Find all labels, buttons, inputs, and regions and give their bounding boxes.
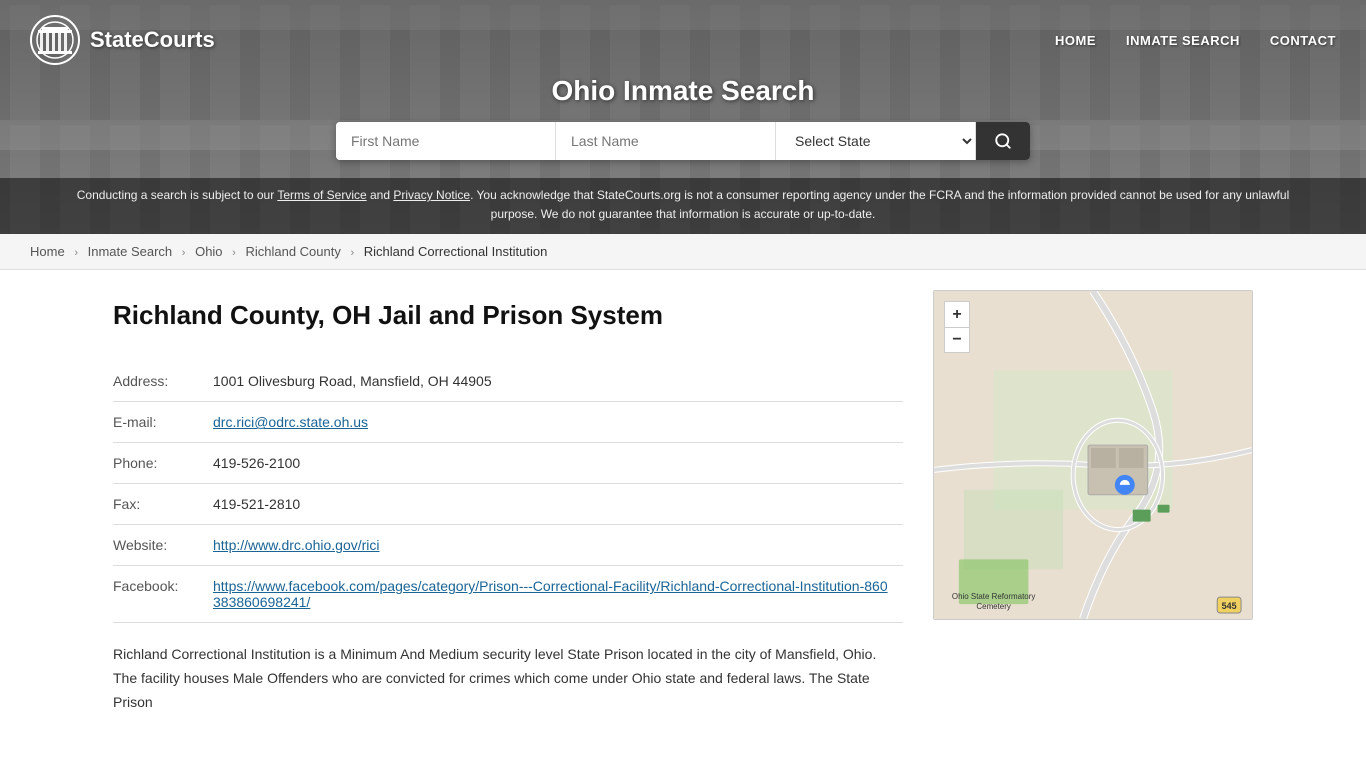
svg-text:Ohio State Reformatory: Ohio State Reformatory: [952, 592, 1035, 601]
last-name-input[interactable]: [556, 122, 776, 160]
website-row: Website: http://www.drc.ohio.gov/rici: [113, 525, 903, 566]
map-controls: + −: [944, 301, 970, 353]
facebook-value: https://www.facebook.com/pages/category/…: [213, 566, 903, 623]
nav-home[interactable]: HOME: [1055, 33, 1096, 48]
breadcrumb-home[interactable]: Home: [30, 244, 65, 259]
email-label: E-mail:: [113, 402, 213, 443]
svg-text:Cemetery: Cemetery: [976, 602, 1010, 611]
breadcrumb-sep-2: ›: [182, 247, 186, 259]
phone-value: 419-526-2100: [213, 443, 903, 484]
search-form: Select StateAlabamaAlaskaArizonaArkansas…: [336, 122, 1030, 160]
breadcrumb: Home › Inmate Search › Ohio › Richland C…: [0, 234, 1366, 270]
state-select[interactable]: Select StateAlabamaAlaskaArizonaArkansas…: [776, 122, 976, 160]
facebook-link[interactable]: https://www.facebook.com/pages/category/…: [213, 578, 888, 610]
search-bar-container: Select StateAlabamaAlaskaArizonaArkansas…: [0, 122, 1366, 178]
main-nav: HOME INMATE SEARCH CONTACT: [1055, 33, 1336, 48]
header-top-bar: StateCourts HOME INMATE SEARCH CONTACT: [0, 0, 1366, 65]
nav-inmate-search[interactable]: INMATE SEARCH: [1126, 33, 1240, 48]
website-value: http://www.drc.ohio.gov/rici: [213, 525, 903, 566]
phone-label: Phone:: [113, 443, 213, 484]
nav-contact[interactable]: CONTACT: [1270, 33, 1336, 48]
header-title-area: Ohio Inmate Search: [0, 65, 1366, 122]
outer-container: Richland County, OH Jail and Prison Syst…: [0, 270, 1366, 748]
website-link[interactable]: http://www.drc.ohio.gov/rici: [213, 537, 380, 553]
address-row: Address: 1001 Olivesburg Road, Mansfield…: [113, 361, 903, 402]
breadcrumb-inmate-search[interactable]: Inmate Search: [88, 244, 173, 259]
info-section: Richland County, OH Jail and Prison Syst…: [113, 290, 903, 714]
fax-label: Fax:: [113, 484, 213, 525]
breadcrumb-county[interactable]: Richland County: [245, 244, 340, 259]
logo-icon: [30, 15, 80, 65]
fax-row: Fax: 419-521-2810: [113, 484, 903, 525]
map-zoom-out-button[interactable]: −: [944, 327, 970, 353]
address-label: Address:: [113, 361, 213, 402]
facility-description: Richland Correctional Institution is a M…: [113, 643, 903, 714]
breadcrumb-sep-3: ›: [232, 247, 236, 259]
logo-link[interactable]: StateCourts: [30, 15, 215, 65]
breadcrumb-state[interactable]: Ohio: [195, 244, 222, 259]
breadcrumb-sep-1: ›: [74, 247, 78, 259]
email-link[interactable]: drc.rici@odrc.state.oh.us: [213, 414, 368, 430]
address-value: 1001 Olivesburg Road, Mansfield, OH 4490…: [213, 361, 903, 402]
privacy-link[interactable]: Privacy Notice: [393, 188, 470, 202]
first-name-input[interactable]: [336, 122, 556, 160]
facility-info-table: Address: 1001 Olivesburg Road, Mansfield…: [113, 361, 903, 623]
facebook-label: Facebook:: [113, 566, 213, 623]
map-svg: Ohio State Reformatory Cemetery 545: [934, 291, 1252, 619]
search-button[interactable]: [976, 122, 1030, 160]
svg-text:545: 545: [1222, 601, 1237, 611]
site-title: Ohio Inmate Search: [0, 75, 1366, 107]
email-value: drc.rici@odrc.state.oh.us: [213, 402, 903, 443]
logo-text: StateCourts: [90, 27, 215, 53]
search-icon: [994, 132, 1012, 150]
content-wrapper: Richland County, OH Jail and Prison Syst…: [113, 290, 1253, 714]
breadcrumb-current: Richland Correctional Institution: [364, 244, 548, 259]
fax-value: 419-521-2810: [213, 484, 903, 525]
site-header: StateCourts HOME INMATE SEARCH CONTACT O…: [0, 0, 1366, 234]
map-zoom-in-button[interactable]: +: [944, 301, 970, 327]
map-container: Ohio State Reformatory Cemetery 545 + −: [933, 290, 1253, 620]
disclaimer-bar: Conducting a search is subject to our Te…: [0, 178, 1366, 234]
phone-row: Phone: 419-526-2100: [113, 443, 903, 484]
website-label: Website:: [113, 525, 213, 566]
main-content: Richland County, OH Jail and Prison Syst…: [83, 270, 1283, 744]
map-section: Ohio State Reformatory Cemetery 545 + −: [933, 290, 1253, 620]
email-row: E-mail: drc.rici@odrc.state.oh.us: [113, 402, 903, 443]
facebook-row: Facebook: https://www.facebook.com/pages…: [113, 566, 903, 623]
terms-link[interactable]: Terms of Service: [277, 188, 366, 202]
breadcrumb-sep-4: ›: [350, 247, 354, 259]
facility-heading: Richland County, OH Jail and Prison Syst…: [113, 300, 903, 331]
